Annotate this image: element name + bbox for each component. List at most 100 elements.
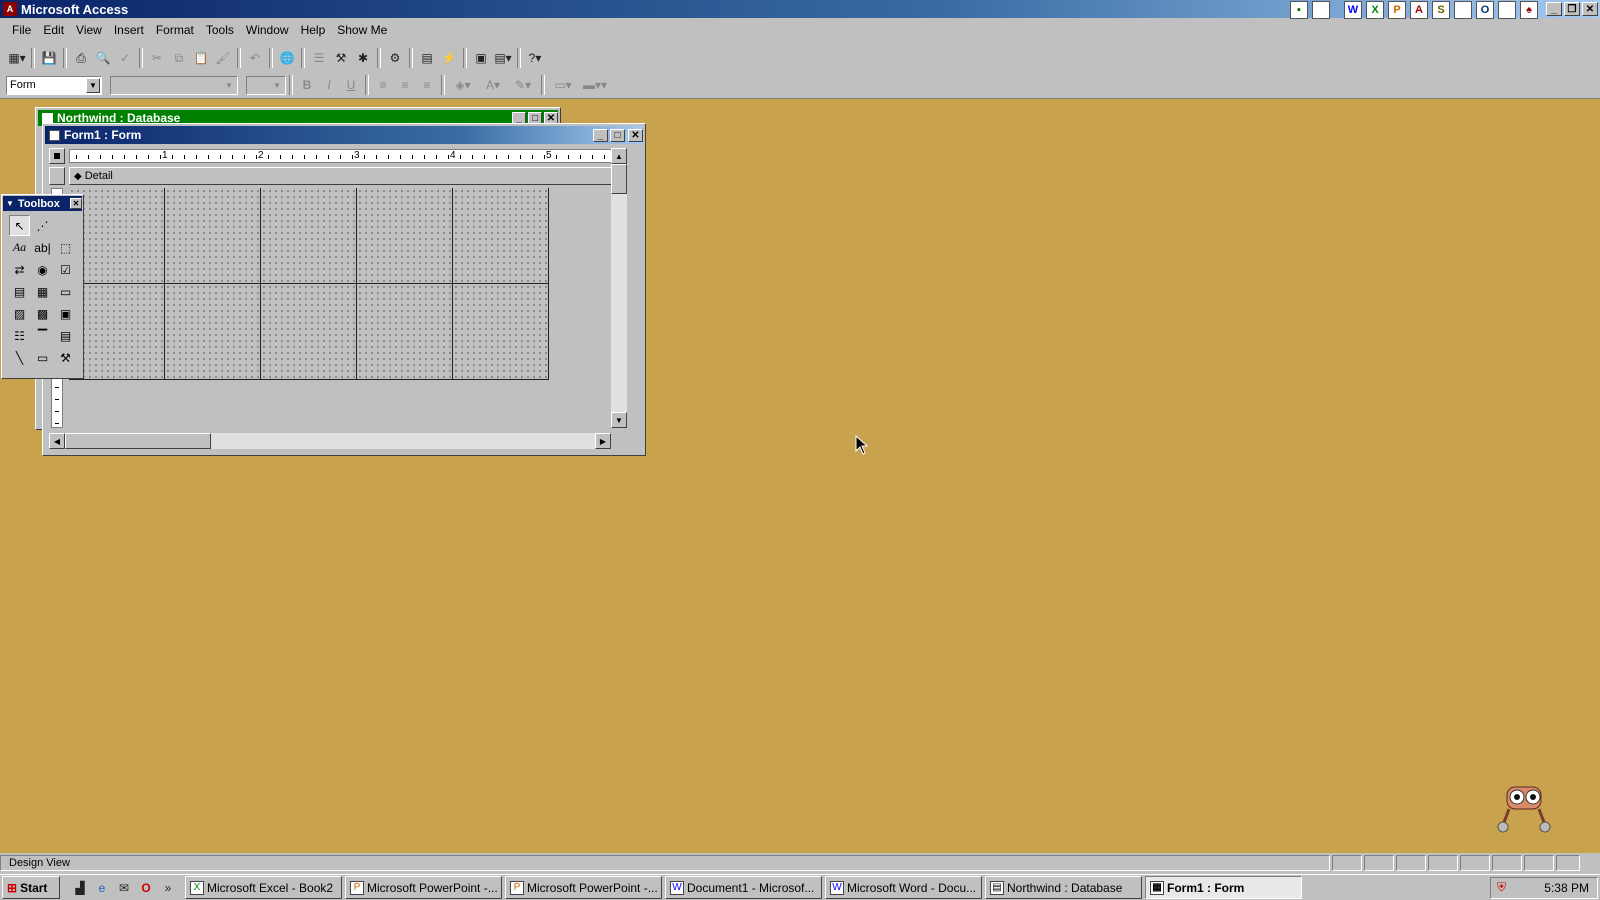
- word-icon[interactable]: W: [1344, 1, 1362, 19]
- check-box-icon[interactable]: ☑: [55, 259, 76, 280]
- taskbar-button[interactable]: P Microsoft PowerPoint -...: [505, 876, 662, 899]
- build-icon[interactable]: ⚡: [438, 47, 460, 69]
- outlook-express-icon[interactable]: ✉: [113, 877, 135, 899]
- chevron-down-icon[interactable]: ▼: [270, 78, 284, 93]
- menu-tools[interactable]: Tools: [200, 20, 240, 40]
- font-size-combo[interactable]: ▼: [246, 75, 286, 95]
- taskbar-button-active[interactable]: ▦ Form1 : Form: [1145, 876, 1302, 899]
- option-button-icon[interactable]: ◉: [32, 259, 53, 280]
- combo-box-icon[interactable]: ▤: [9, 281, 30, 302]
- object-combo[interactable]: Form ▼: [6, 75, 102, 95]
- games-icon[interactable]: ♠: [1520, 1, 1538, 19]
- command-button-icon[interactable]: ▭: [55, 281, 76, 302]
- taskbar-button[interactable]: X Microsoft Excel - Book2: [185, 876, 342, 899]
- toolbox-menu-icon[interactable]: ▼: [6, 199, 14, 208]
- detail-grid[interactable]: [69, 188, 549, 380]
- access-icon[interactable]: A: [1410, 1, 1428, 19]
- excel-icon[interactable]: X: [1366, 1, 1384, 19]
- chevron-down-icon[interactable]: ▼: [222, 78, 236, 93]
- menu-file[interactable]: File: [6, 20, 37, 40]
- fill-color-icon[interactable]: ◈▾: [448, 74, 478, 96]
- font-color-icon[interactable]: A▾: [478, 74, 508, 96]
- menu-window[interactable]: Window: [240, 20, 295, 40]
- autoformat-icon[interactable]: ✱: [352, 47, 374, 69]
- office-assistant-icon[interactable]: [1495, 775, 1555, 835]
- print-icon[interactable]: ⎙: [70, 47, 92, 69]
- new-object-icon[interactable]: ▤▾: [492, 47, 514, 69]
- code-icon[interactable]: ⚙: [384, 47, 406, 69]
- close-button[interactable]: ✕: [1582, 2, 1598, 16]
- form-window[interactable]: Form1 : Form _ □ ✕ 1 2 3 4 5 ◆ Detail ▲ …: [42, 123, 646, 456]
- taskbar-button[interactable]: ▤ Northwind : Database: [985, 876, 1142, 899]
- horizontal-ruler[interactable]: 1 2 3 4 5: [69, 149, 625, 163]
- menu-insert[interactable]: Insert: [108, 20, 150, 40]
- save-icon[interactable]: 💾: [38, 47, 60, 69]
- special-effect-icon[interactable]: ▬▾▾: [578, 74, 612, 96]
- opera-icon[interactable]: O: [135, 877, 157, 899]
- taskbar-button[interactable]: W Microsoft Word - Docu...: [825, 876, 982, 899]
- vertical-scrollbar[interactable]: ▲ ▼: [611, 148, 627, 428]
- scroll-left-arrow-icon[interactable]: ◀: [49, 433, 65, 449]
- format-painter-icon[interactable]: 🖌: [212, 47, 234, 69]
- close-button[interactable]: ✕: [70, 198, 82, 209]
- binder-icon[interactable]: B: [1454, 1, 1472, 19]
- spelling-icon[interactable]: ✓: [114, 47, 136, 69]
- outlook-icon[interactable]: O: [1476, 1, 1494, 19]
- office-bar-icon[interactable]: ▪: [1290, 1, 1308, 19]
- more-icon[interactable]: »: [157, 877, 179, 899]
- tray-icon[interactable]: ⛨: [1497, 880, 1506, 895]
- scroll-right-arrow-icon[interactable]: ▶: [595, 433, 611, 449]
- list-box-icon[interactable]: ▦: [32, 281, 53, 302]
- schedule-icon[interactable]: S: [1432, 1, 1450, 19]
- tab-control-icon[interactable]: ▔: [32, 325, 53, 346]
- scroll-thumb[interactable]: [65, 433, 211, 449]
- select-objects-icon[interactable]: ↖: [9, 215, 30, 236]
- taskbar-button[interactable]: P Microsoft PowerPoint -...: [345, 876, 502, 899]
- bold-icon[interactable]: B: [296, 74, 318, 96]
- restore-button[interactable]: ❐: [1564, 2, 1580, 16]
- start-button[interactable]: ⊞ Start: [2, 876, 60, 899]
- view-icon[interactable]: ▦▾: [6, 47, 28, 69]
- detail-section-bar[interactable]: ◆ Detail: [69, 167, 625, 185]
- minimize-button[interactable]: _: [593, 128, 608, 142]
- bound-object-frame-icon[interactable]: ▣: [55, 303, 76, 324]
- toggle-button-icon[interactable]: ⇄: [9, 259, 30, 280]
- unbound-object-frame-icon[interactable]: ▩: [32, 303, 53, 324]
- label-icon[interactable]: Aa: [9, 237, 30, 258]
- powerpoint-icon[interactable]: P: [1388, 1, 1406, 19]
- chevron-down-icon[interactable]: ▼: [86, 77, 100, 93]
- menu-format[interactable]: Format: [150, 20, 200, 40]
- font-combo[interactable]: ▼: [110, 75, 238, 95]
- scroll-thumb[interactable]: [611, 164, 627, 194]
- page-break-icon[interactable]: ☷: [9, 325, 30, 346]
- toolbox-icon[interactable]: ⚒: [330, 47, 352, 69]
- align-center-icon[interactable]: ≡: [394, 74, 416, 96]
- minimize-button[interactable]: _: [1546, 2, 1562, 16]
- close-button[interactable]: ✕: [628, 128, 643, 142]
- underline-icon[interactable]: U: [340, 74, 362, 96]
- menu-show-me[interactable]: Show Me: [331, 20, 393, 40]
- toolbox-window[interactable]: ▼ Toolbox ✕ ↖ ⋰ Aa ab| ⬚ ⇄ ◉ ☑ ▤ ▦ ▭ ▨ ▩…: [1, 194, 84, 379]
- horizontal-scrollbar[interactable]: ◀ ▶: [49, 433, 611, 449]
- section-selector[interactable]: [49, 167, 65, 185]
- control-wizards-icon[interactable]: ⋰: [32, 215, 53, 236]
- undo-icon[interactable]: ↶: [244, 47, 266, 69]
- new-doc-icon[interactable]: ▫: [1312, 1, 1330, 19]
- menu-view[interactable]: View: [70, 20, 108, 40]
- properties-icon[interactable]: ▤: [416, 47, 438, 69]
- rectangle-icon[interactable]: ▭: [32, 347, 53, 368]
- menu-edit[interactable]: Edit: [37, 20, 70, 40]
- line-width-icon[interactable]: ▭▾: [548, 74, 578, 96]
- align-right-icon[interactable]: ≡: [416, 74, 438, 96]
- scroll-up-arrow-icon[interactable]: ▲: [611, 148, 627, 164]
- maximize-button[interactable]: □: [610, 128, 625, 142]
- option-group-icon[interactable]: ⬚: [55, 237, 76, 258]
- align-left-icon[interactable]: ≡: [372, 74, 394, 96]
- paste-icon[interactable]: 📋: [190, 47, 212, 69]
- form-selector[interactable]: [49, 148, 65, 164]
- scroll-down-arrow-icon[interactable]: ▼: [611, 412, 627, 428]
- more-controls-icon[interactable]: ⚒: [55, 347, 76, 368]
- show-desktop-icon[interactable]: ▟: [69, 877, 91, 899]
- menu-help[interactable]: Help: [295, 20, 332, 40]
- taskbar-button[interactable]: W Document1 - Microsof...: [665, 876, 822, 899]
